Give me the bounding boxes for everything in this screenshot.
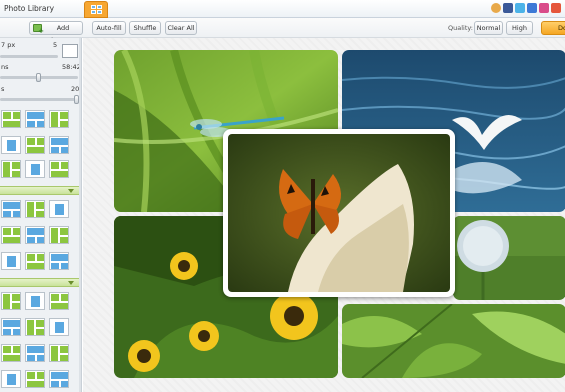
spacing-label: 7 px	[1, 41, 16, 49]
digg-icon[interactable]	[539, 3, 549, 13]
photo-thistle[interactable]	[453, 216, 565, 300]
layout-thumbnail[interactable]	[25, 370, 45, 388]
layout-thumbnail[interactable]	[25, 292, 45, 310]
proportions-value: 58:42	[62, 63, 81, 71]
proportions-label: ns	[1, 63, 9, 71]
layout-sidebar: 7 px 5 ns 58:42 s 20	[0, 38, 82, 392]
layout-thumbnail[interactable]	[25, 160, 45, 178]
shuffle-button[interactable]: Shuffle	[129, 21, 161, 35]
stumbleupon-icon[interactable]	[551, 3, 561, 13]
layout-section-header-3[interactable]	[0, 278, 80, 287]
toolbar: Add Images Auto-fill Shuffle Clear All Q…	[0, 18, 565, 44]
corners-row: s 20	[0, 82, 81, 96]
layout-thumbnail[interactable]	[49, 200, 69, 218]
layout-thumbnail[interactable]	[25, 200, 45, 218]
layout-thumbnail[interactable]	[25, 252, 45, 270]
delicious-icon[interactable]	[527, 3, 537, 13]
spacing-slider[interactable]	[0, 55, 58, 58]
layout-thumbnail[interactable]	[49, 160, 69, 178]
quality-high-button[interactable]: High	[506, 21, 533, 35]
photo-butterfly[interactable]	[228, 134, 450, 292]
layout-thumbnail[interactable]	[25, 344, 45, 362]
layout-thumbnail[interactable]	[49, 110, 69, 128]
layout-thumbnail[interactable]	[49, 252, 69, 270]
quality-normal-button[interactable]: Normal	[474, 21, 503, 35]
layout-thumbnail[interactable]	[25, 318, 45, 336]
corners-label: s	[1, 85, 5, 93]
chevron-down-icon	[68, 189, 74, 193]
layout-thumbnail[interactable]	[25, 136, 45, 154]
clear-all-button[interactable]: Clear All	[165, 21, 197, 35]
layout-thumbnail[interactable]	[49, 136, 69, 154]
photo-leaves[interactable]	[342, 304, 565, 378]
autofill-button[interactable]: Auto-fill	[92, 21, 126, 35]
home-icon[interactable]	[491, 3, 501, 13]
chevron-down-icon	[68, 281, 74, 285]
layout-thumbnail[interactable]	[1, 136, 21, 154]
done-button[interactable]: Do	[541, 21, 565, 35]
layout-thumbnail[interactable]	[49, 292, 69, 310]
layout-thumbnail[interactable]	[1, 252, 21, 270]
layout-thumbnail[interactable]	[1, 200, 21, 218]
layout-thumbnail[interactable]	[1, 226, 21, 244]
layout-thumbnail[interactable]	[25, 110, 45, 128]
tab-photo-library[interactable]: Photo Library	[0, 0, 80, 18]
collage-canvas[interactable]	[83, 38, 565, 392]
layout-thumbnail[interactable]	[25, 226, 45, 244]
color-swatch[interactable]	[62, 44, 78, 58]
layout-thumbnail[interactable]	[49, 226, 69, 244]
top-bar: Photo Library	[0, 0, 565, 18]
app-window: Photo Library Add Images Auto-fill Shuff…	[0, 0, 565, 392]
twitter-icon[interactable]	[515, 3, 525, 13]
social-icons	[491, 3, 565, 15]
tab-collage[interactable]	[84, 1, 108, 18]
spacing-value: 5	[53, 41, 58, 49]
layout-thumbnail[interactable]	[1, 160, 21, 178]
quality-label: Quality:	[448, 24, 473, 32]
layout-thumbnail[interactable]	[1, 370, 21, 388]
layout-thumbnail[interactable]	[1, 292, 21, 310]
add-image-icon	[33, 24, 44, 35]
layout-thumbnail[interactable]	[1, 110, 21, 128]
proportions-row: ns 58:42	[0, 60, 81, 74]
layout-thumbnail[interactable]	[49, 344, 69, 362]
layout-thumbnail[interactable]	[1, 318, 21, 336]
add-images-button[interactable]: Add Images	[29, 21, 83, 44]
layout-section-header-2[interactable]	[0, 186, 80, 195]
collage-grid-icon	[91, 5, 102, 15]
photo-butterfly-frame[interactable]	[223, 129, 455, 297]
layout-thumbnail[interactable]	[49, 318, 69, 336]
proportions-slider-thumb[interactable]	[36, 73, 41, 82]
sidebar-scrollbar[interactable]	[79, 38, 81, 392]
layout-thumbnail[interactable]	[1, 344, 21, 362]
corners-slider[interactable]	[0, 98, 78, 101]
facebook-icon[interactable]	[503, 3, 513, 13]
layout-thumbnail[interactable]	[49, 370, 69, 388]
